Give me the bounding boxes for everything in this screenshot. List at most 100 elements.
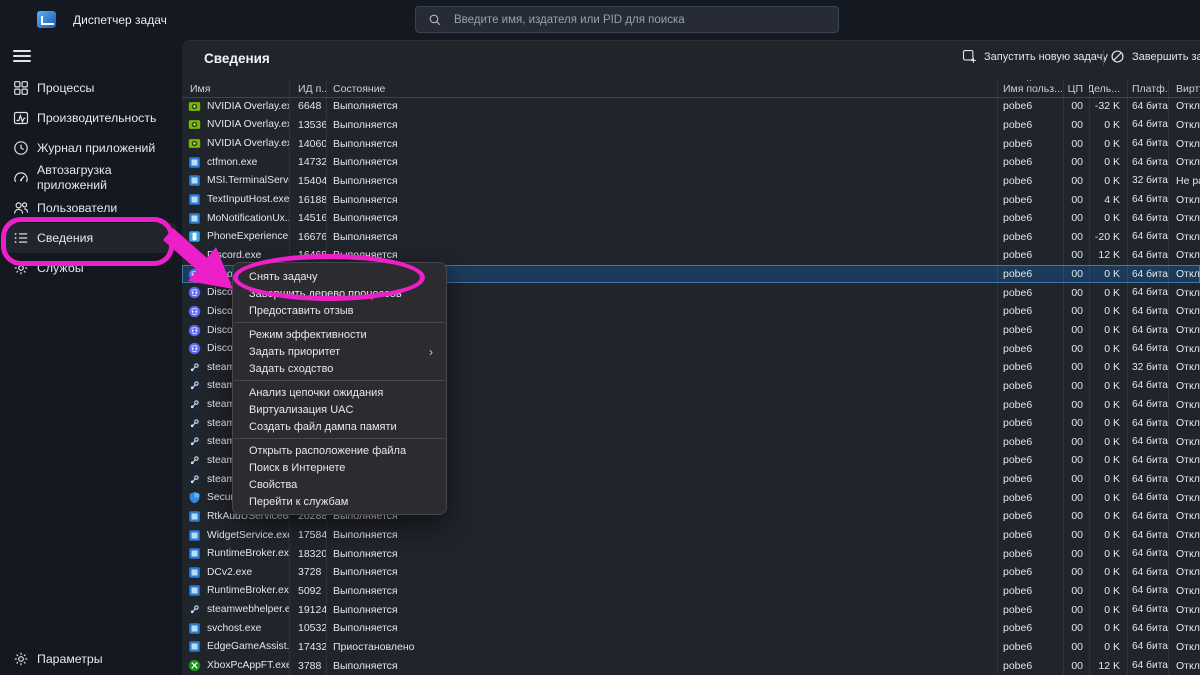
table-row[interactable]: RuntimeBroker.exe18320Выполняетсяpobe600…: [182, 544, 1200, 563]
column-header-pid[interactable]: ИД п...: [289, 80, 326, 97]
table-row[interactable]: PhoneExperienceH...16676Выполняетсяpobe6…: [182, 227, 1200, 246]
search-box[interactable]: [415, 6, 839, 33]
process-platform: 64 бита: [1127, 455, 1168, 466]
search-input[interactable]: [452, 13, 826, 27]
process-cpu: 00: [1063, 622, 1089, 634]
task-manager-app-icon: [37, 11, 56, 28]
process-delta: 0 K: [1089, 268, 1127, 280]
process-platform: 64 бита: [1127, 548, 1168, 559]
column-header-platform[interactable]: Платф...: [1127, 80, 1168, 97]
column-header-status[interactable]: Состояние: [326, 80, 997, 97]
context-menu-item[interactable]: Виртуализация UAC: [233, 401, 446, 418]
process-pid: 6648: [289, 100, 326, 112]
context-menu-item[interactable]: Открыть расположение файла: [233, 442, 446, 459]
users-icon: [13, 200, 29, 216]
column-header-delta[interactable]: Дель...: [1089, 80, 1127, 97]
process-user: pobe6: [997, 100, 1063, 112]
column-header-name[interactable]: Имя: [182, 80, 289, 97]
process-pid: 14732: [289, 156, 326, 168]
xbox-icon: [188, 659, 201, 672]
window-icon: [188, 622, 201, 635]
process-delta: 12 K: [1089, 249, 1127, 261]
column-header-user[interactable]: ^Имя польз...: [997, 80, 1063, 97]
process-delta: 0 K: [1089, 641, 1127, 653]
process-pid: 5092: [289, 585, 326, 597]
table-row[interactable]: XboxPcAppFT.exe3788Выполняетсяpobe60012 …: [182, 656, 1200, 675]
context-menu-item[interactable]: Предоставить отзыв: [233, 302, 446, 319]
process-name: NVIDIA Overlay.exe: [207, 101, 289, 112]
window-icon: [188, 212, 201, 225]
process-platform: 64 бита: [1127, 492, 1168, 503]
table-row[interactable]: RuntimeBroker.exe5092Выполняетсяpobe6000…: [182, 582, 1200, 601]
table-header: ИмяИД п...Состояние^Имя польз...ЦПДель..…: [182, 80, 1200, 98]
context-menu-item[interactable]: Задать сходство: [233, 360, 446, 377]
process-user: pobe6: [997, 548, 1063, 560]
table-row[interactable]: MSI.TerminalServer...15404Выполняетсяpob…: [182, 172, 1200, 191]
process-delta: 0 K: [1089, 343, 1127, 355]
process-name: steamwebhelper.exe: [207, 604, 289, 615]
context-menu-item[interactable]: Режим эффективности: [233, 326, 446, 343]
run-new-task-button[interactable]: Запустить новую задачу: [962, 49, 1108, 64]
process-user: pobe6: [997, 622, 1063, 634]
process-status: Выполняется: [326, 548, 997, 560]
process-cpu: 00: [1063, 249, 1089, 261]
new-task-icon: [962, 49, 977, 64]
process-platform: 64 бита: [1127, 231, 1168, 242]
context-menu-item[interactable]: Перейти к службам: [233, 493, 446, 510]
sidebar-item-performance[interactable]: Производительность: [6, 103, 176, 133]
sidebar-item-services[interactable]: Службы: [6, 253, 176, 283]
table-row[interactable]: NVIDIA Overlay.exe6648Выполняетсяpobe600…: [182, 97, 1200, 116]
process-cpu: 00: [1063, 380, 1089, 392]
context-menu-item[interactable]: Задать приоритет›: [233, 343, 446, 360]
table-row[interactable]: DCv2.exe3728Выполняетсяpobe6000 K64 бита…: [182, 563, 1200, 582]
process-platform: 64 бита: [1127, 660, 1168, 671]
end-task-button[interactable]: Завершить задачу: [1110, 49, 1200, 64]
process-name: RuntimeBroker.exe: [207, 585, 289, 596]
table-row[interactable]: TextInputHost.exe16188Выполняетсяpobe600…: [182, 190, 1200, 209]
process-pid: 15404: [289, 175, 326, 187]
context-menu-item[interactable]: Поиск в Интернете: [233, 459, 446, 476]
process-virtualization: Отключено: [1168, 585, 1200, 597]
context-menu-item[interactable]: Завершить дерево процессов: [233, 285, 446, 302]
sidebar-item-label: Производительность: [37, 111, 156, 126]
context-menu-item[interactable]: Снять задачу: [233, 268, 446, 285]
process-delta: -32 K: [1089, 100, 1127, 112]
process-name-cell: XboxPcAppFT.exe: [182, 659, 289, 672]
process-delta: 0 K: [1089, 417, 1127, 429]
context-menu-item[interactable]: Создать файл дампа памяти: [233, 418, 446, 435]
sidebar-item-settings[interactable]: Параметры: [6, 644, 176, 674]
process-cpu: 00: [1063, 343, 1089, 355]
table-row[interactable]: steamwebhelper.exe19124Выполняетсяpobe60…: [182, 600, 1200, 619]
window-icon: [188, 584, 201, 597]
sidebar-item-users[interactable]: Пользователи: [6, 193, 176, 223]
table-row[interactable]: svchost.exe10532Выполняетсяpobe6000 K64 …: [182, 619, 1200, 638]
context-menu-item[interactable]: Анализ цепочки ожидания: [233, 384, 446, 401]
process-name-cell: DCv2.exe: [182, 566, 289, 579]
process-user: pobe6: [997, 417, 1063, 429]
steam-icon: [188, 435, 201, 448]
sidebar-item-processes[interactable]: Процессы: [6, 73, 176, 103]
process-virtualization: Отключено: [1168, 231, 1200, 243]
table-row[interactable]: NVIDIA Overlay.exe13536Выполняетсяpobe60…: [182, 116, 1200, 135]
column-header-virt[interactable]: Вирту: [1168, 80, 1200, 97]
sidebar-item-label: Службы: [37, 261, 84, 276]
column-separator: [997, 80, 998, 675]
context-menu-item[interactable]: Свойства: [233, 476, 446, 493]
table-row[interactable]: WidgetService.exe17584Выполняетсяpobe600…: [182, 526, 1200, 545]
process-status: Выполняется: [326, 585, 997, 597]
sidebar-item-details[interactable]: Сведения: [6, 223, 176, 253]
navigation-toggle-button[interactable]: [13, 47, 31, 63]
table-row[interactable]: NVIDIA Overlay.exe14060Выполняетсяpobe60…: [182, 134, 1200, 153]
sidebar-item-startup[interactable]: Автозагрузка приложений: [6, 163, 176, 193]
sidebar-item-app-history[interactable]: Журнал приложений: [6, 133, 176, 163]
steam-icon: [188, 603, 201, 616]
table-row[interactable]: ctfmon.exe14732Выполняетсяpobe6000 K64 б…: [182, 153, 1200, 172]
search-icon: [428, 13, 442, 27]
process-cpu: 00: [1063, 436, 1089, 448]
process-pid: 16188: [289, 194, 326, 206]
table-row[interactable]: EdgeGameAssist.exe17432Приостановленоpob…: [182, 638, 1200, 657]
column-header-cpu[interactable]: ЦП: [1063, 80, 1089, 97]
table-row[interactable]: MoNotificationUx...14516Выполняетсяpobe6…: [182, 209, 1200, 228]
process-platform: 64 бита: [1127, 399, 1168, 410]
process-cpu: 00: [1063, 212, 1089, 224]
